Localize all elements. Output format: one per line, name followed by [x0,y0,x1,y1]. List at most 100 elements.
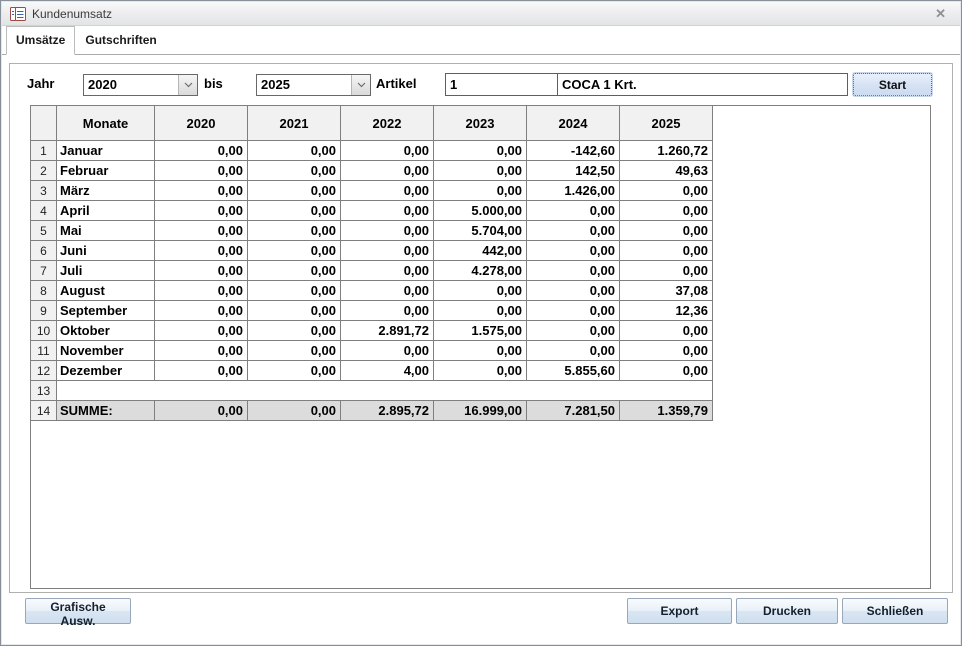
row-number-cell[interactable]: 13 [30,380,57,401]
value-cell[interactable]: 0,00 [154,160,248,181]
value-cell[interactable]: 0,00 [247,400,341,421]
value-cell[interactable]: 0,00 [619,220,713,241]
row-number-cell[interactable]: 1 [30,140,57,161]
row-number-cell[interactable]: 2 [30,160,57,181]
value-cell[interactable]: 0,00 [154,180,248,201]
value-cell[interactable]: 0,00 [154,140,248,161]
value-cell[interactable]: 0,00 [340,280,434,301]
value-cell[interactable]: 1.575,00 [433,320,527,341]
month-cell[interactable]: Juli [56,260,155,281]
value-cell[interactable]: 0,00 [247,180,341,201]
value-cell[interactable]: 0,00 [154,400,248,421]
value-cell[interactable]: 0,00 [154,300,248,321]
value-cell[interactable]: 0,00 [526,220,620,241]
month-cell[interactable]: Oktober [56,320,155,341]
value-cell[interactable]: 7.281,50 [526,400,620,421]
value-cell[interactable]: 0,00 [526,200,620,221]
month-cell[interactable]: Juni [56,240,155,261]
value-cell[interactable]: 2.895,72 [340,400,434,421]
value-cell[interactable]: 0,00 [433,160,527,181]
jahr-bis-combobox[interactable]: 2025 [256,74,371,96]
row-number-cell[interactable]: 6 [30,240,57,261]
value-cell[interactable]: 0,00 [340,220,434,241]
value-cell[interactable]: 442,00 [433,240,527,261]
month-cell[interactable]: SUMME: [56,400,155,421]
row-number-cell[interactable]: 10 [30,320,57,341]
value-cell[interactable]: 0,00 [433,280,527,301]
month-cell[interactable]: Mai [56,220,155,241]
value-cell[interactable]: 0,00 [619,180,713,201]
value-cell[interactable]: 0,00 [340,160,434,181]
row-number-cell[interactable]: 12 [30,360,57,381]
drucken-button[interactable]: Drucken [736,598,838,624]
chevron-down-icon[interactable] [178,75,197,95]
month-cell[interactable]: April [56,200,155,221]
row-number-cell[interactable]: 8 [30,280,57,301]
value-cell[interactable]: 0,00 [526,240,620,261]
value-cell[interactable]: 1.260,72 [619,140,713,161]
chevron-down-icon[interactable] [351,75,370,95]
value-cell[interactable]: 0,00 [247,340,341,361]
value-cell[interactable]: 0,00 [433,180,527,201]
value-cell[interactable]: 37,08 [619,280,713,301]
artikel-nr-field[interactable] [445,73,558,96]
value-cell[interactable]: 12,36 [619,300,713,321]
month-cell[interactable]: September [56,300,155,321]
value-cell[interactable]: 0,00 [247,140,341,161]
value-cell[interactable]: 0,00 [247,300,341,321]
value-cell[interactable]: 0,00 [247,260,341,281]
value-cell[interactable]: 0,00 [247,280,341,301]
value-cell[interactable]: 5.855,60 [526,360,620,381]
value-cell[interactable]: 0,00 [340,300,434,321]
value-cell[interactable]: 0,00 [619,200,713,221]
month-cell[interactable]: Dezember [56,360,155,381]
month-cell[interactable]: November [56,340,155,361]
row-number-cell[interactable]: 3 [30,180,57,201]
value-cell[interactable]: 0,00 [340,260,434,281]
value-cell[interactable]: 0,00 [619,360,713,381]
tab-umsaetze[interactable]: Umsätze [6,26,76,55]
value-cell[interactable]: 0,00 [154,200,248,221]
value-cell[interactable]: 0,00 [526,300,620,321]
value-cell[interactable]: 0,00 [154,320,248,341]
value-cell[interactable]: 49,63 [619,160,713,181]
value-cell[interactable]: -142,60 [526,140,620,161]
value-cell[interactable]: 0,00 [247,360,341,381]
value-cell[interactable]: 0,00 [619,320,713,341]
value-cell[interactable]: 1.426,00 [526,180,620,201]
value-cell[interactable]: 0,00 [154,360,248,381]
value-cell[interactable]: 0,00 [433,340,527,361]
value-cell[interactable]: 0,00 [433,140,527,161]
value-cell[interactable]: 2.891,72 [340,320,434,341]
value-cell[interactable]: 0,00 [340,200,434,221]
month-cell[interactable]: August [56,280,155,301]
value-cell[interactable]: 0,00 [154,220,248,241]
value-cell[interactable]: 142,50 [526,160,620,181]
value-cell[interactable]: 0,00 [154,340,248,361]
value-cell[interactable]: 0,00 [526,260,620,281]
value-cell[interactable]: 4.278,00 [433,260,527,281]
month-cell[interactable]: Februar [56,160,155,181]
artikel-name-field[interactable] [557,73,848,96]
value-cell[interactable]: 0,00 [526,280,620,301]
month-cell[interactable]: März [56,180,155,201]
value-cell[interactable]: 0,00 [247,160,341,181]
value-cell[interactable]: 0,00 [526,320,620,341]
value-cell[interactable]: 0,00 [340,180,434,201]
value-cell[interactable]: 5.704,00 [433,220,527,241]
value-cell[interactable]: 0,00 [340,340,434,361]
value-cell[interactable]: 0,00 [154,280,248,301]
row-number-cell[interactable]: 4 [30,200,57,221]
value-cell[interactable]: 0,00 [247,200,341,221]
value-cell[interactable]: 0,00 [154,260,248,281]
value-cell[interactable]: 0,00 [526,340,620,361]
value-cell[interactable]: 0,00 [433,300,527,321]
value-cell[interactable]: 16.999,00 [433,400,527,421]
row-number-cell[interactable]: 9 [30,300,57,321]
tab-gutschriften[interactable]: Gutschriften [75,26,166,54]
row-number-cell[interactable]: 11 [30,340,57,361]
schliessen-button[interactable]: Schließen [842,598,948,624]
title-bar[interactable]: Kundenumsatz ✕ [2,2,960,26]
value-cell[interactable]: 0,00 [340,140,434,161]
value-cell[interactable]: 0,00 [433,360,527,381]
